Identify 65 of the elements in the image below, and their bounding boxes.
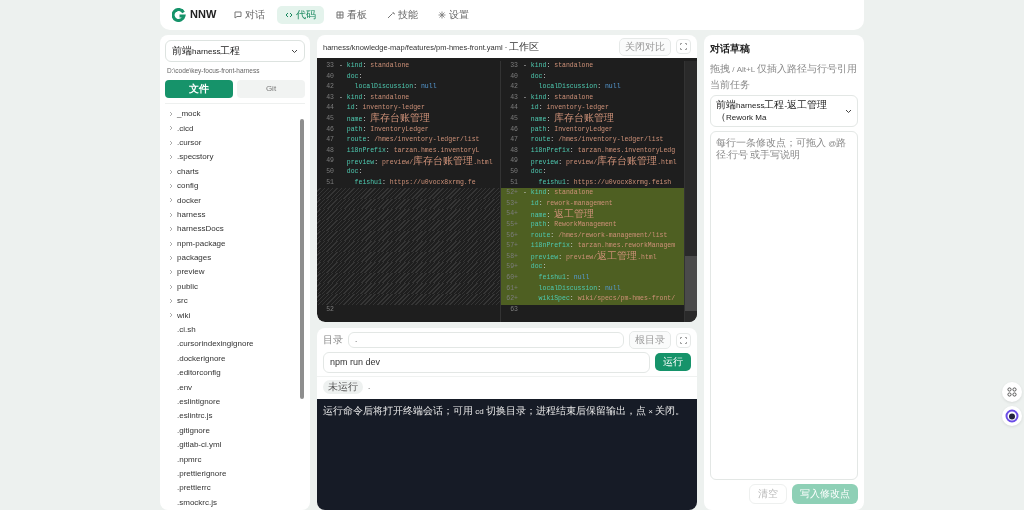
folder-name[interactable]: packages — [177, 253, 212, 263]
panel-title: 对话草稿 — [710, 43, 750, 55]
file-name[interactable]: .prettierrc — [177, 483, 211, 493]
assistant-icon[interactable] — [1002, 406, 1022, 426]
folder-name[interactable]: .cicd — [177, 123, 194, 134]
fullscreen-button[interactable] — [676, 39, 691, 54]
nav-tab[interactable]: 代码 — [277, 6, 325, 24]
expand-icon — [680, 43, 687, 50]
editor-scrollbar[interactable] — [685, 61, 697, 322]
file-name[interactable]: .ci.sh — [177, 325, 196, 335]
caret-icon — [291, 48, 298, 54]
folder-name[interactable]: docker — [177, 195, 201, 206]
caret-icon — [845, 108, 852, 114]
fullscreen-button[interactable] — [676, 332, 691, 348]
panel-tab[interactable]: 文件 — [165, 79, 233, 98]
panel-tab[interactable]: Git — [237, 79, 305, 98]
file-name[interactable]: .env — [177, 382, 193, 393]
folder-name[interactable]: config — [177, 181, 199, 191]
terminal-output: 运行命令后将打开终端会话；可用 cd 切换目录；进程结束后保留输出，点 × 关闭。 — [323, 404, 687, 417]
folder-name[interactable]: harness — [177, 209, 206, 220]
wand-icon — [387, 11, 396, 19]
directory-label: 目录 — [323, 334, 343, 346]
file-name[interactable]: .prettierignore — [177, 468, 227, 479]
chevron-icon — [168, 111, 174, 117]
settings-icon — [438, 11, 447, 19]
logo-icon — [172, 8, 186, 22]
folder-name[interactable]: .specstory — [177, 152, 214, 162]
status-badge: 未运行 — [323, 379, 363, 394]
nav-tab[interactable]: 技能 — [379, 6, 427, 24]
folder-name[interactable]: _mock — [177, 109, 201, 119]
field-label: 当前任务 — [710, 79, 751, 91]
board-icon — [336, 11, 345, 19]
folder-name[interactable]: charts — [177, 166, 199, 177]
directory-field[interactable]: . — [348, 332, 624, 348]
file-name[interactable]: .dockerignore — [177, 353, 226, 364]
file-name[interactable]: .eslintrc.js — [177, 411, 213, 421]
file-name[interactable]: .gitignore — [177, 425, 210, 436]
file-name[interactable]: .editorconfig — [177, 368, 221, 378]
file-name[interactable]: .npmrc — [177, 454, 202, 465]
file-name[interactable]: .cursorindexingignore — [177, 339, 254, 350]
task-select[interactable]: 前端harness工程-返工管理（Rework Ma — [710, 95, 858, 127]
folder-name[interactable]: preview — [177, 267, 205, 278]
nav-tab[interactable]: 设置 — [430, 6, 478, 24]
file-name[interactable]: .smockrc.js — [177, 497, 217, 508]
folder-name[interactable]: wiki — [177, 310, 191, 321]
chat-icon — [234, 11, 243, 19]
folder-name[interactable]: npm-package — [177, 238, 226, 249]
file-name[interactable]: .eslintignore — [177, 397, 221, 407]
folder-name[interactable]: .cursor — [177, 137, 202, 148]
run-button[interactable]: 运行 — [655, 353, 691, 372]
command-field[interactable]: npm run dev — [323, 352, 650, 373]
hint-text: 拖拽 / Alt+L 仅插入路径与行号引用 — [710, 63, 858, 75]
project-select[interactable]: 前端harness工程 — [165, 40, 305, 62]
folder-name[interactable]: src — [177, 296, 188, 306]
apps-icon[interactable] — [1002, 382, 1022, 402]
code-icon — [285, 11, 294, 19]
draft-textarea[interactable]: 每行一条修改点；可拖入 @路径:行号 或手写说明 — [710, 131, 858, 480]
status-path: . — [368, 382, 371, 392]
folder-name[interactable]: harnessDocs — [177, 224, 224, 234]
expand-icon — [680, 336, 687, 344]
file-name[interactable]: .gitlab-ci.yml — [177, 440, 222, 450]
nav-tab[interactable]: 看板 — [328, 6, 376, 24]
nav-tab[interactable]: 对话 — [226, 6, 274, 24]
app-name: NNW — [190, 8, 217, 22]
folder-name[interactable]: public — [177, 281, 198, 292]
